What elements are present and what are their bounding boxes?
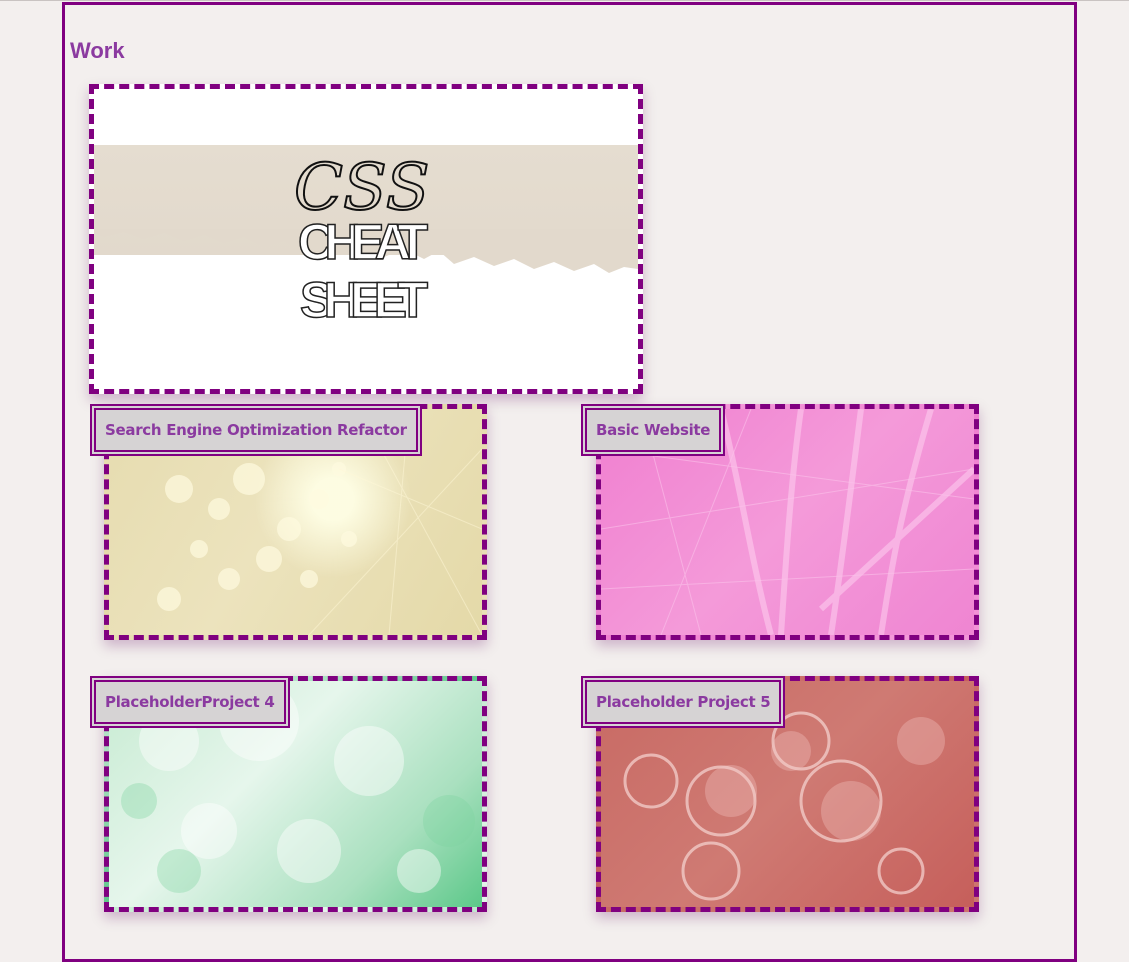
top-divider (0, 0, 1129, 1)
featured-project-card[interactable]: CSS CHEAT SHEET (89, 84, 643, 394)
project-label-placeholder-4[interactable]: PlaceholderProject 4 (90, 676, 290, 728)
css-cheat-sheet-artwork: CSS CHEAT SHEET (293, 150, 431, 329)
section-title: Work (70, 38, 125, 63)
project-label-basic-website[interactable]: Basic Website (581, 404, 726, 456)
svg-text:CHEAT: CHEAT (298, 214, 428, 270)
project-label-seo-refactor[interactable]: Search Engine Optimization Refactor (90, 404, 422, 456)
svg-text:SHEET: SHEET (300, 272, 428, 328)
project-label-placeholder-5[interactable]: Placeholder Project 5 (581, 676, 786, 728)
